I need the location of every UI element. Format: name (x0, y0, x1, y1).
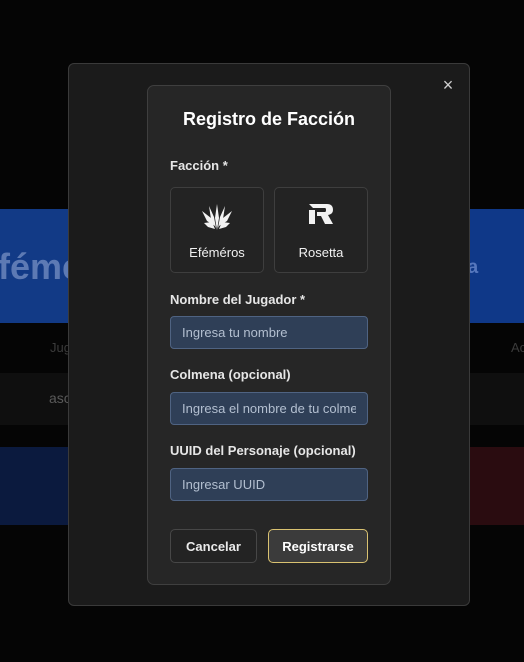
form-title: Registro de Facción (182, 109, 356, 129)
player-name-input[interactable] (170, 316, 368, 349)
faction-name-efemeros: Eféméros (189, 245, 245, 260)
hive-label: Colmena (opcional) (170, 367, 291, 382)
faction-label: Facción * (170, 158, 228, 173)
uuid-label: UUID del Personaje (opcional) (170, 443, 356, 458)
efemeros-crest-icon (171, 202, 263, 232)
player-name-label: Nombre del Jugador * (170, 292, 306, 307)
close-icon[interactable]: × (438, 75, 458, 95)
uuid-input[interactable] (170, 468, 368, 501)
cancel-button[interactable]: Cancelar (170, 529, 257, 563)
background-red-panel (470, 447, 524, 525)
background-header-right: Ac (511, 340, 524, 355)
faction-option-efemeros[interactable]: Eféméros (170, 187, 264, 273)
faction-option-rosetta[interactable]: Rosetta (274, 187, 368, 273)
rosetta-logo-icon (275, 202, 367, 226)
hive-input[interactable] (170, 392, 368, 425)
register-button[interactable]: Registrarse (268, 529, 368, 563)
faction-name-rosetta: Rosetta (298, 245, 344, 260)
